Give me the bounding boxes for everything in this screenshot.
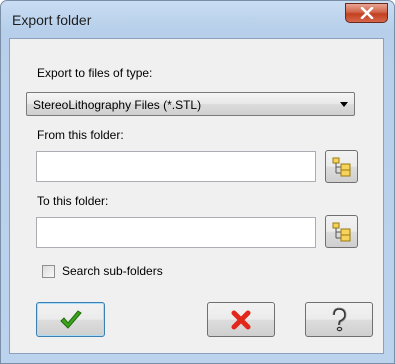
close-icon [360, 7, 373, 19]
from-folder-input[interactable] [36, 151, 316, 182]
title-bar[interactable]: Export folder [1, 1, 394, 39]
browse-from-folder-button[interactable] [325, 150, 358, 183]
chevron-down-icon [340, 102, 348, 107]
folder-tree-icon [332, 157, 350, 176]
export-type-label: Export to files of type: [37, 66, 153, 80]
from-folder-label: From this folder: [37, 128, 124, 142]
red-x-icon [231, 310, 251, 329]
close-button[interactable] [345, 3, 388, 23]
window-title: Export folder [12, 12, 92, 28]
export-type-selected: StereoLithography Files (*.STL) [33, 98, 202, 112]
cancel-button[interactable] [207, 302, 275, 337]
help-button[interactable] [305, 302, 373, 337]
to-folder-input[interactable] [36, 217, 316, 248]
folder-tree-icon [332, 222, 350, 241]
question-mark-icon [332, 307, 347, 331]
export-type-dropdown[interactable]: StereoLithography Files (*.STL) [26, 92, 355, 116]
green-checkmark-icon [59, 309, 82, 329]
browse-to-folder-button[interactable] [325, 215, 358, 248]
search-subfolders-checkbox[interactable] [42, 265, 55, 278]
search-subfolders-label[interactable]: Search sub-folders [62, 264, 163, 278]
ok-button[interactable] [36, 302, 105, 337]
to-folder-label: To this folder: [37, 194, 109, 208]
